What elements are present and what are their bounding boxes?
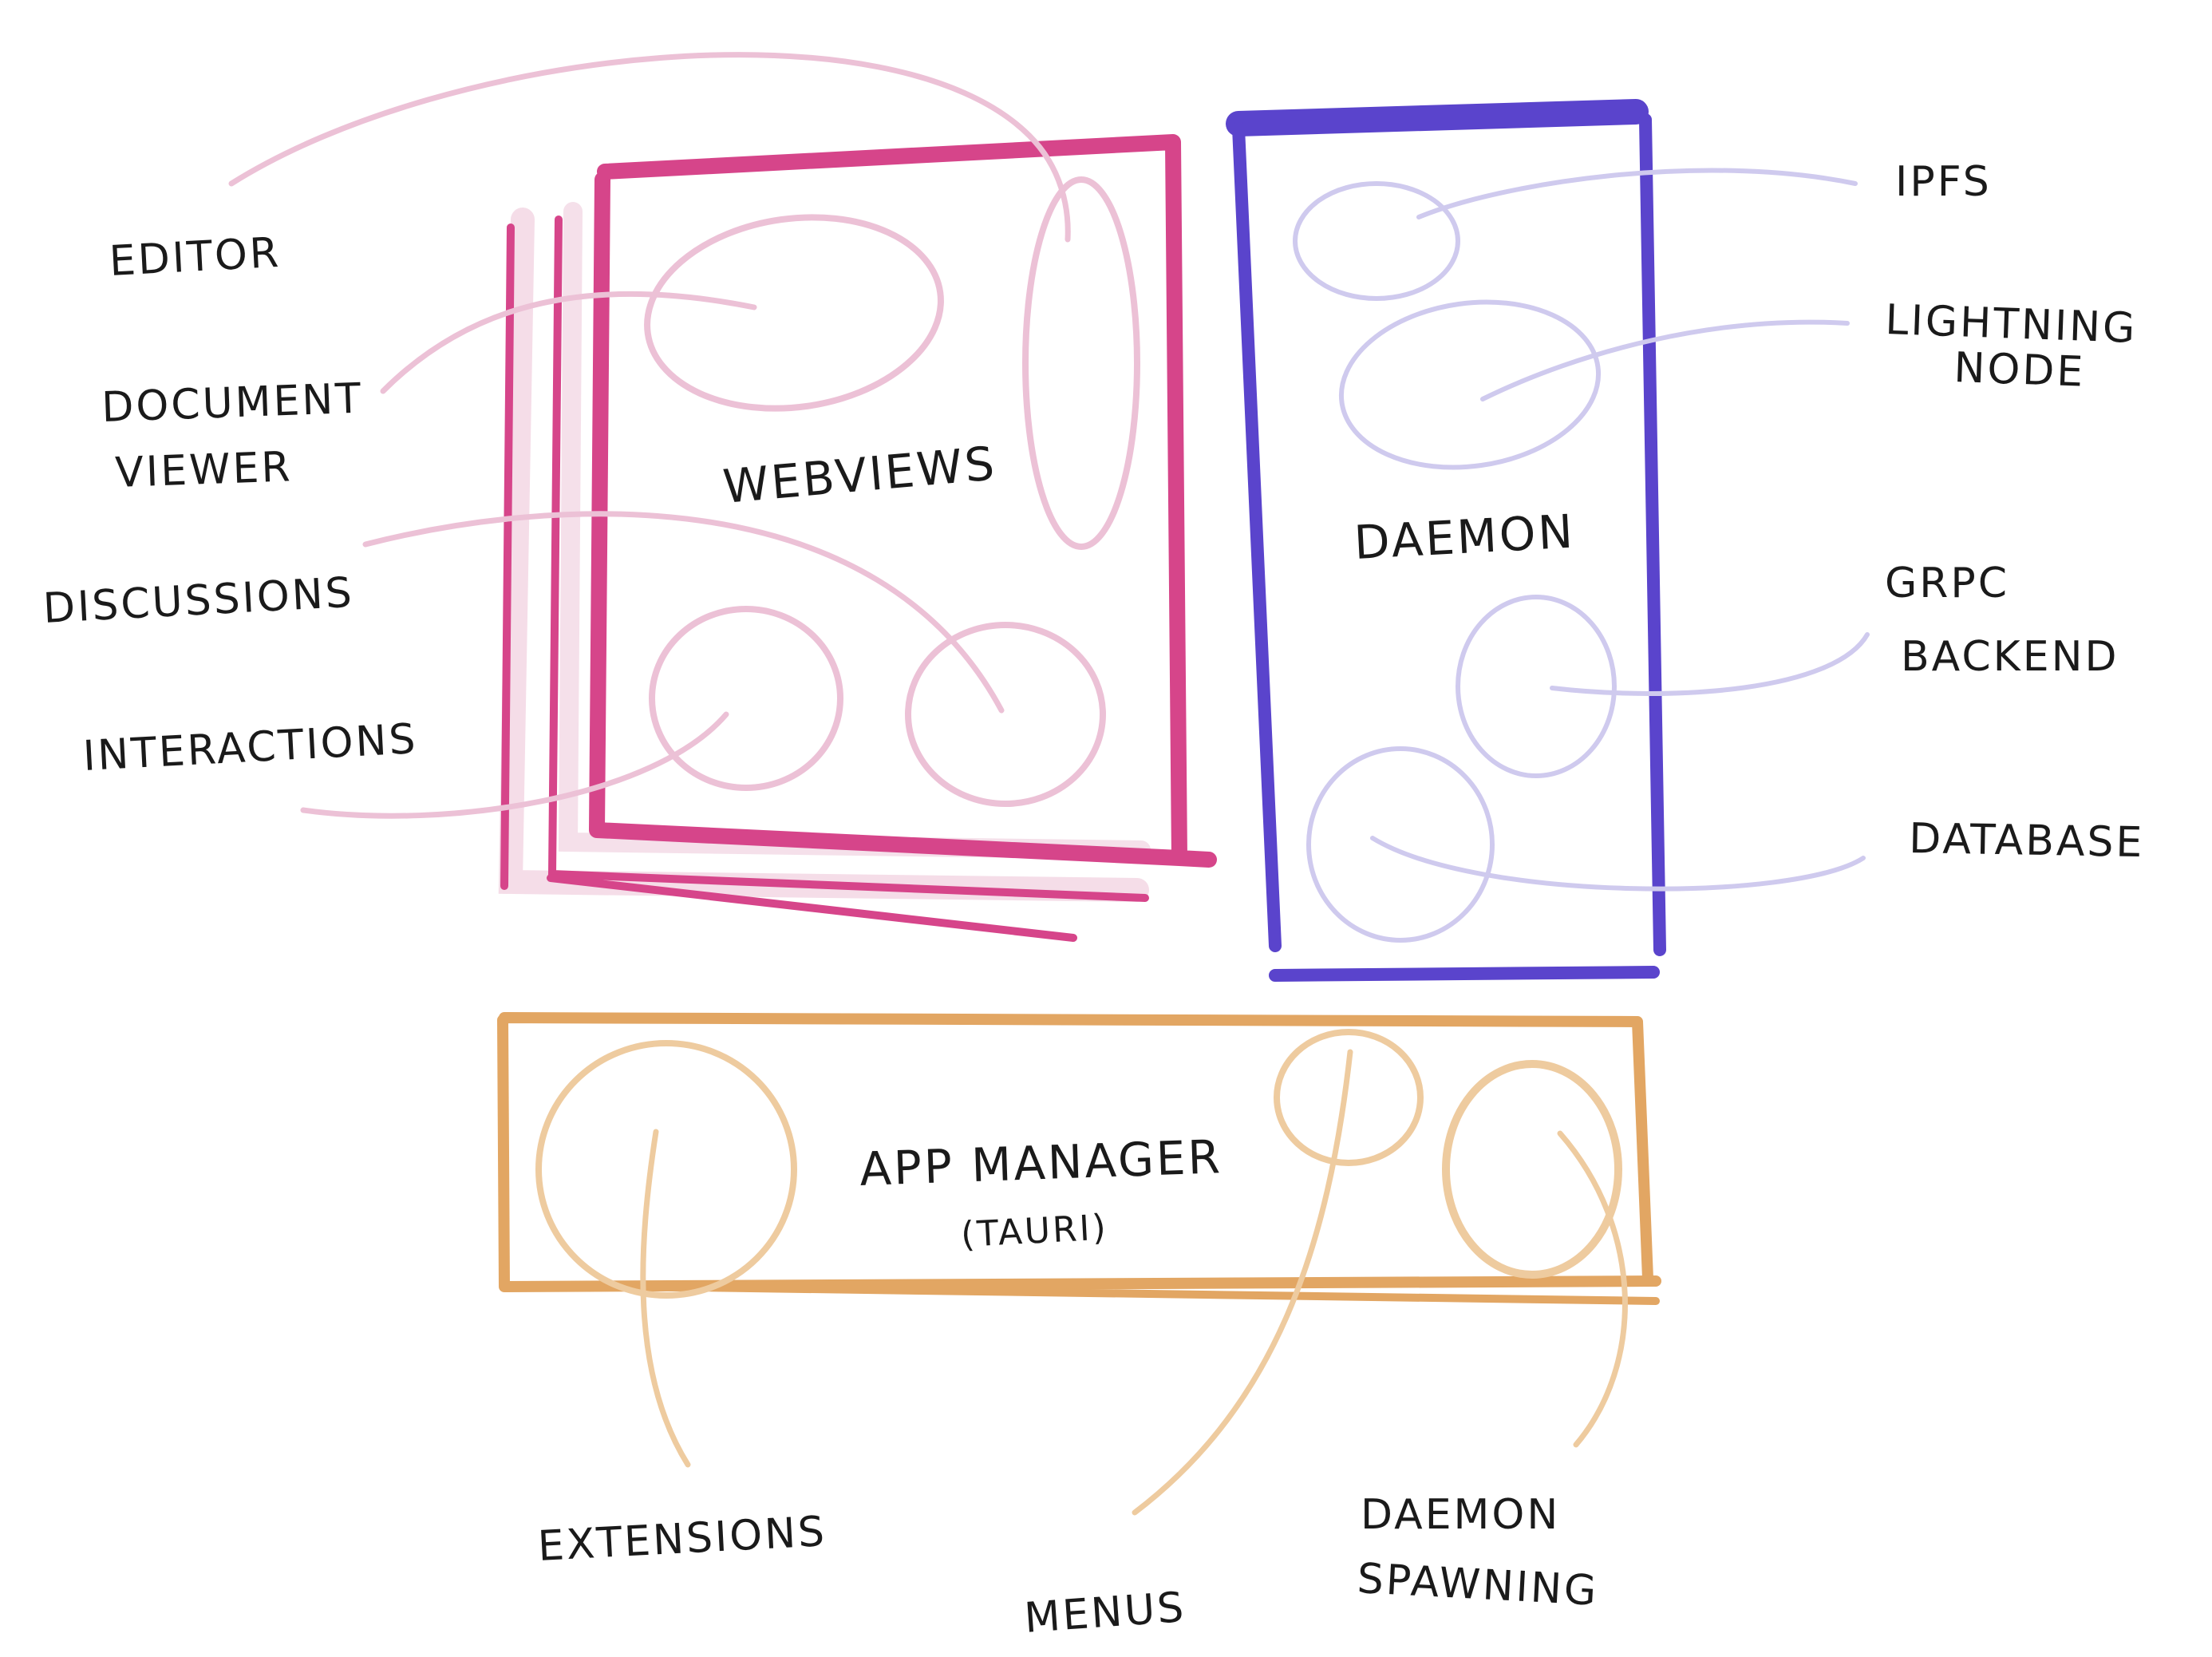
interactions-label: INTERACTIONS xyxy=(82,715,419,781)
document-viewer-ellipse xyxy=(1022,176,1140,550)
database-ellipse xyxy=(1306,746,1495,943)
editor-ellipse xyxy=(644,214,944,412)
lightning-node-label-line1: LIGHTNING xyxy=(1885,296,2139,353)
architecture-diagram: WEBVIEWS DAEMON APP MANAGER (TAURI) EDIT… xyxy=(42,52,2145,1643)
grpc-backend-label-line2: BACKEND xyxy=(1901,633,2119,681)
connector-lightning-node xyxy=(1480,319,1850,401)
database-label: DATABASE xyxy=(1909,815,2145,867)
daemon-group: DAEMON xyxy=(1226,99,1666,982)
webviews-group: WEBVIEWS xyxy=(498,134,1217,942)
extensions-ellipse xyxy=(535,1040,797,1299)
discussions-ellipse xyxy=(649,606,843,791)
webviews-shadow-line-2 xyxy=(547,216,1149,902)
extensions-label: EXTENSIONS xyxy=(537,1508,828,1571)
daemon-spawning-label-line2: SPAWNING xyxy=(1356,1555,1599,1615)
ipfs-label: IPFS xyxy=(1895,158,1992,206)
daemon-spawning-ellipse xyxy=(1442,1060,1622,1279)
daemon-label: DAEMON xyxy=(1353,504,1576,570)
menus-label: MENUS xyxy=(1023,1584,1187,1643)
webviews-label: WEBVIEWS xyxy=(721,436,998,514)
lightning-node-ellipse xyxy=(1338,299,1602,470)
discussions-label: DISCUSSIONS xyxy=(42,569,356,633)
editor-label: EDITOR xyxy=(109,229,282,286)
grpc-backend-ellipse xyxy=(1456,595,1617,778)
connector-database xyxy=(1370,836,1866,892)
interactions-ellipse xyxy=(905,622,1106,807)
connector-discussions xyxy=(362,511,1005,714)
document-viewer-label-line2: VIEWER xyxy=(114,443,293,497)
connector-ipfs xyxy=(1416,168,1858,219)
app-manager-group: APP MANAGER (TAURI) xyxy=(497,1012,1661,1305)
ipfs-ellipse xyxy=(1293,181,1460,301)
app-manager-sub-label: (TAURI) xyxy=(960,1207,1109,1256)
daemon-box-top-bar xyxy=(1226,99,1649,136)
daemon-spawning-label-line1: DAEMON xyxy=(1361,1491,1560,1539)
connector-grpc-backend xyxy=(1550,632,1870,696)
document-viewer-label-line1: DOCUMENT xyxy=(101,375,364,432)
app-manager-label: APP MANAGER xyxy=(859,1129,1223,1196)
lightning-node-label-line2: NODE xyxy=(1953,344,2087,397)
grpc-backend-label-line1: GRPC xyxy=(1885,560,2009,607)
